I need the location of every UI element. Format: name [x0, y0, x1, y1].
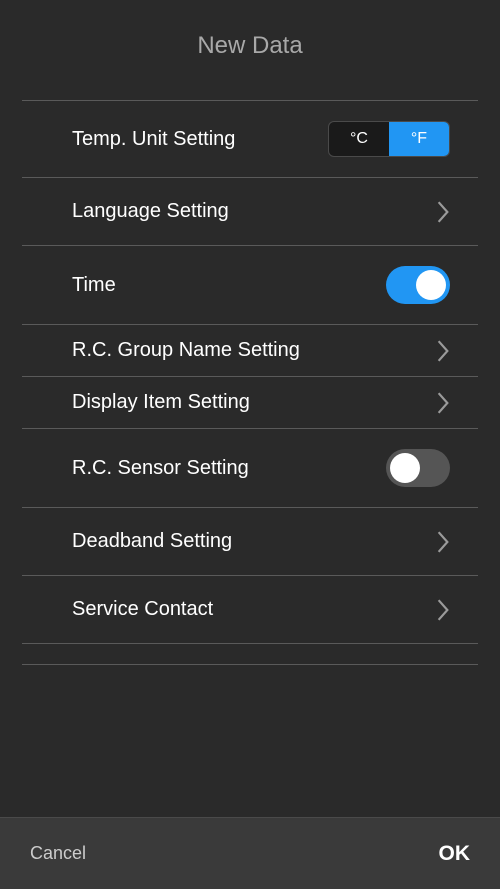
toggle-knob	[416, 270, 446, 300]
footer-bar: Cancel OK	[0, 817, 500, 889]
sensor-toggle[interactable]	[386, 449, 450, 487]
chevron-right-icon	[436, 391, 450, 415]
temp-unit-fahrenheit[interactable]: °F	[389, 122, 449, 156]
row-group-name[interactable]: R.C. Group Name Setting	[22, 325, 478, 377]
cancel-button[interactable]: Cancel	[30, 843, 86, 864]
toggle-knob	[390, 453, 420, 483]
header: New Data	[0, 0, 500, 76]
chevron-right-icon	[436, 339, 450, 363]
chevron-right-icon	[436, 598, 450, 622]
ok-button[interactable]: OK	[439, 842, 471, 866]
row-time[interactable]: Time	[22, 246, 478, 325]
row-language[interactable]: Language Setting	[22, 178, 478, 246]
row-temp-unit[interactable]: Temp. Unit Setting °C °F	[22, 101, 478, 178]
temp-unit-segmented[interactable]: °C °F	[328, 121, 450, 157]
settings-list: Temp. Unit Setting °C °F Language Settin…	[0, 76, 500, 817]
time-toggle[interactable]	[386, 266, 450, 304]
row-label-service-contact: Service Contact	[72, 596, 213, 623]
row-label-display-item: Display Item Setting	[72, 389, 250, 416]
bottom-divider	[22, 664, 478, 665]
row-sensor[interactable]: R.C. Sensor Setting	[22, 429, 478, 508]
row-deadband[interactable]: Deadband Setting	[22, 508, 478, 576]
row-label-temp-unit: Temp. Unit Setting	[72, 126, 235, 153]
row-label-sensor: R.C. Sensor Setting	[72, 455, 249, 482]
row-service-contact[interactable]: Service Contact	[22, 576, 478, 644]
chevron-right-icon	[436, 200, 450, 224]
row-display-item[interactable]: Display Item Setting	[22, 377, 478, 429]
chevron-right-icon	[436, 530, 450, 554]
row-label-language: Language Setting	[72, 198, 229, 225]
page-title: New Data	[0, 32, 500, 60]
temp-unit-celsius[interactable]: °C	[329, 122, 389, 156]
row-label-group-name: R.C. Group Name Setting	[72, 337, 300, 364]
row-label-time: Time	[72, 272, 116, 299]
row-label-deadband: Deadband Setting	[72, 528, 232, 555]
